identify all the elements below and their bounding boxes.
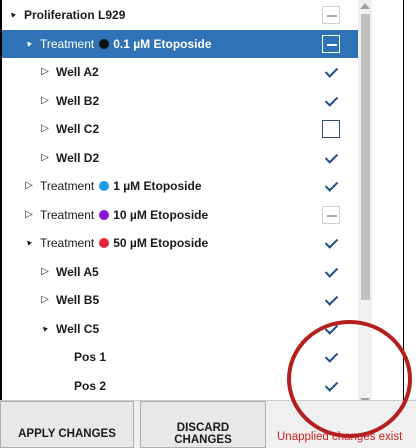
tree-row-name: Well C5	[56, 321, 100, 336]
apply-changes-button[interactable]: APPLY CHANGES	[0, 401, 134, 448]
color-dot-icon	[99, 209, 110, 220]
discard-changes-button[interactable]: DISCARD CHANGES	[140, 401, 266, 448]
tree-row-label: Well A2	[56, 64, 99, 80]
treatment-prefix: Treatment	[40, 36, 95, 51]
treatment-tree[interactable]: ▲ Proliferation L929 ▲ Treatment 0.1 µM Etop…	[0, 0, 404, 400]
tree-row[interactable]: Pos 1	[2, 343, 362, 371]
treatment-prefix: Treatment	[40, 179, 95, 193]
color-dot-icon	[99, 238, 110, 248]
tree-row-label: Treatment 1 µM Etoposide	[40, 178, 202, 194]
tree-row-label: Well B5	[56, 292, 99, 308]
tree-row-name: Proliferation L929	[24, 8, 126, 22]
tree-row[interactable]: ▷ Well B2	[2, 87, 362, 115]
treatment-prefix: Treatment	[40, 207, 95, 222]
row-checkbox[interactable]	[322, 234, 340, 252]
row-checkbox[interactable]	[322, 149, 340, 167]
tree-row-label: Treatment 0.1 µM Etoposide	[40, 36, 212, 52]
treatment-prefix: Treatment	[40, 236, 95, 250]
tree-row[interactable]: ▷ Treatment 10 µM Etoposide	[2, 201, 362, 229]
row-checkbox[interactable]	[322, 205, 340, 224]
row-checkbox[interactable]	[322, 92, 340, 110]
tree-row[interactable]: ▲ Treatment 50 µM Etoposide	[2, 229, 362, 257]
tree-row-label: Well C5	[56, 321, 99, 337]
tree-row-name: Well B5	[56, 293, 100, 307]
tree-row-label: Pos 2	[74, 378, 106, 394]
tree-row-label: Pos 1	[74, 349, 106, 365]
row-checkbox[interactable]	[322, 6, 340, 24]
collapsed-arrow-icon[interactable]: ▷	[40, 122, 50, 136]
expanded-arrow-icon[interactable]: ▲	[22, 37, 36, 51]
tree-row[interactable]: ▷ Well C2	[2, 115, 362, 143]
collapsed-arrow-icon[interactable]: ▷	[40, 151, 50, 165]
tree-row[interactable]: ▷ Well B5	[2, 286, 362, 314]
collapsed-arrow-icon[interactable]: ▷	[40, 94, 50, 108]
tree-row-name: 10 µM Etoposide	[113, 207, 209, 222]
tree-row[interactable]: ▷ Well A5	[2, 258, 362, 286]
tree-row[interactable]: ▷ Well A2	[2, 58, 362, 86]
tree-row-name: Well A5	[56, 264, 99, 279]
row-checkbox[interactable]	[322, 348, 340, 366]
tree-row-name: 1 µM Etoposide	[113, 179, 202, 193]
row-checkbox[interactable]	[322, 63, 340, 81]
tree-row-label: Well B2	[56, 93, 99, 109]
tree-row-name: Pos 2	[74, 378, 107, 393]
collapsed-arrow-icon[interactable]: ▷	[40, 265, 50, 279]
tree-row[interactable]: ▷ Well D2	[2, 144, 362, 172]
vertical-scrollbar[interactable]	[358, 0, 372, 410]
tree-row[interactable]: ▲ Treatment 0.1 µM Etoposide	[2, 29, 362, 58]
tree-row-name: Well D2	[56, 150, 100, 165]
row-checkbox[interactable]	[322, 34, 340, 53]
unapplied-status-text: Unapplied changes exist	[277, 431, 403, 443]
tree-row[interactable]: Pos 2	[2, 372, 362, 400]
scroll-up-arrow-icon[interactable]	[360, 3, 370, 9]
tree-row-label: Proliferation L929	[24, 7, 125, 23]
tree-row-name: Well B2	[56, 93, 100, 108]
tree-row-label: Treatment 10 µM Etoposide	[40, 207, 208, 223]
collapsed-arrow-icon[interactable]: ▷	[24, 208, 34, 222]
tree-row-label: Well A5	[56, 264, 99, 280]
expanded-arrow-icon[interactable]: ▲	[38, 322, 52, 336]
color-dot-icon	[99, 181, 110, 191]
color-dot-icon	[99, 38, 110, 49]
row-checkbox[interactable]	[322, 320, 340, 338]
expanded-arrow-icon[interactable]: ▲	[22, 236, 36, 250]
scroll-thumb[interactable]	[361, 14, 370, 300]
row-checkbox[interactable]	[322, 263, 340, 281]
tree-row-name: 0.1 µM Etoposide	[113, 36, 212, 51]
tree-row[interactable]: ▷ Treatment 1 µM Etoposide	[2, 172, 362, 200]
tree-row-name: Well C2	[56, 122, 100, 136]
row-checkbox[interactable]	[322, 177, 340, 195]
tree-row-label: Treatment 50 µM Etoposide	[40, 235, 208, 251]
tree-row-name: Well A2	[56, 65, 99, 79]
tree-row-label: Well D2	[56, 150, 99, 166]
expanded-arrow-icon[interactable]: ▲	[6, 8, 20, 22]
tree-row-name: 50 µM Etoposide	[113, 236, 209, 250]
footer-bar: APPLY CHANGES DISCARD CHANGES Unapplied …	[0, 400, 416, 448]
collapsed-arrow-icon[interactable]: ▷	[24, 179, 34, 193]
tree-row-name: Pos 1	[74, 350, 107, 364]
tree-row-label: Well C2	[56, 121, 99, 137]
tree-row[interactable]: ▲ Proliferation L929	[2, 1, 362, 29]
collapsed-arrow-icon[interactable]: ▷	[40, 65, 50, 79]
tree-row[interactable]: ▲ Well C5	[2, 315, 362, 343]
row-checkbox[interactable]	[322, 120, 340, 138]
row-checkbox[interactable]	[322, 291, 340, 309]
row-checkbox[interactable]	[322, 377, 340, 395]
collapsed-arrow-icon[interactable]: ▷	[40, 293, 50, 307]
